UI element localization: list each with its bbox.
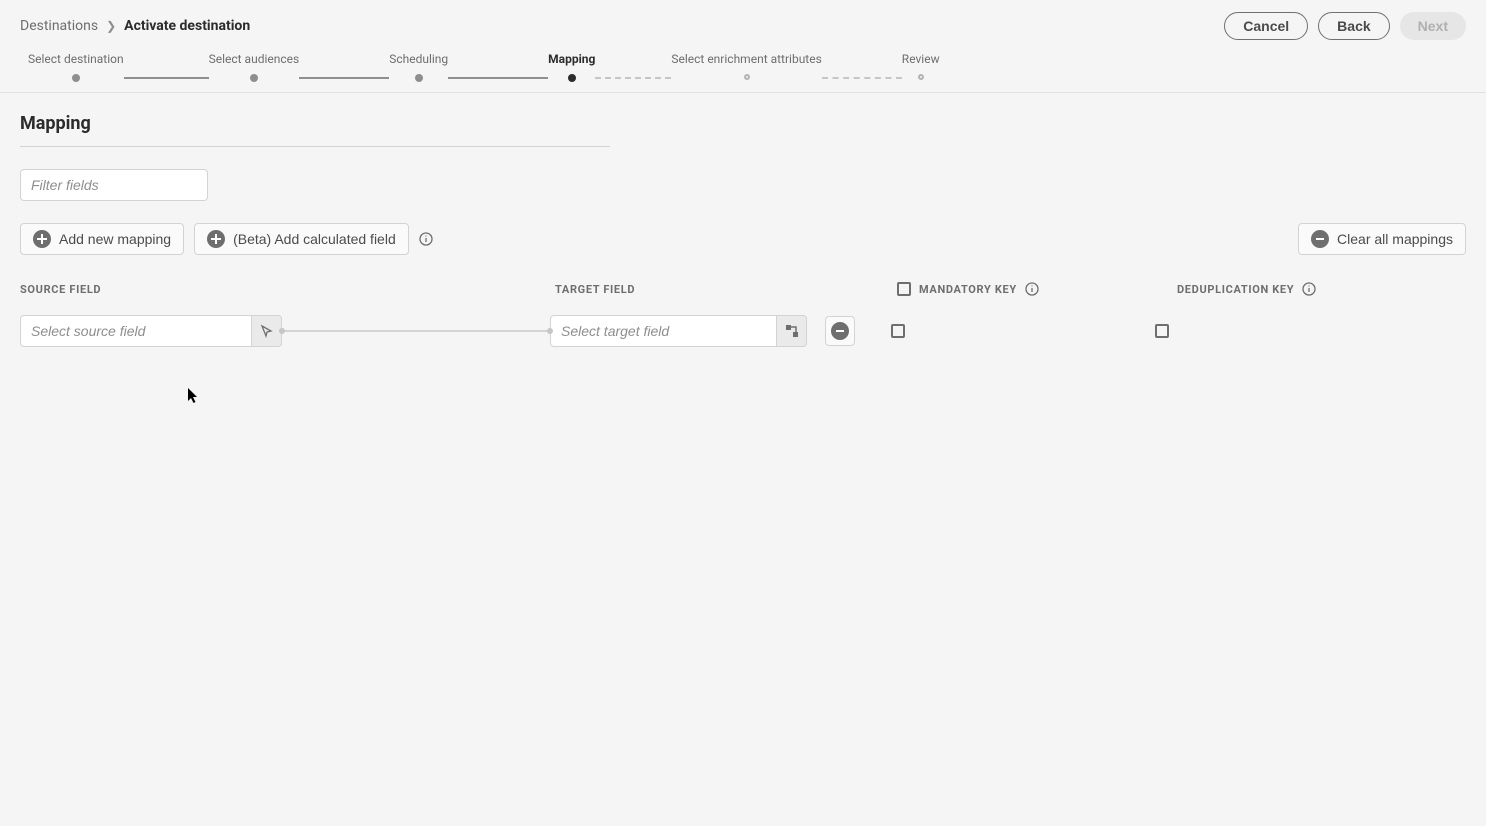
add-calculated-label: (Beta) Add calculated field	[233, 231, 396, 247]
add-mapping-button[interactable]: Add new mapping	[20, 223, 184, 255]
clear-all-button[interactable]: Clear all mappings	[1298, 223, 1466, 255]
breadcrumb-root[interactable]: Destinations	[20, 18, 98, 34]
step-line	[124, 77, 209, 79]
breadcrumb-current: Activate destination	[124, 18, 250, 34]
step-dot-icon	[568, 74, 576, 82]
next-button: Next	[1400, 12, 1466, 40]
mandatory-key-header: MANDATORY KEY	[919, 283, 1017, 296]
step-label: Select audiences	[209, 52, 300, 66]
step-dot-icon	[918, 74, 924, 80]
step-dot-icon	[744, 74, 750, 80]
step-select-destination[interactable]: Select destination	[28, 52, 124, 82]
source-field-input[interactable]	[20, 315, 252, 347]
target-field-input[interactable]	[550, 315, 777, 347]
step-label: Scheduling	[389, 52, 448, 66]
info-icon[interactable]	[1025, 282, 1039, 296]
mouse-cursor-icon	[188, 388, 200, 404]
step-line	[299, 77, 389, 79]
mandatory-checkbox[interactable]	[891, 324, 905, 338]
cursor-icon	[260, 324, 274, 338]
clear-all-label: Clear all mappings	[1337, 231, 1453, 247]
page-title: Mapping	[20, 113, 1466, 134]
stepper: Select destination Select audiences Sche…	[20, 52, 1466, 92]
step-line	[448, 77, 548, 79]
target-field-header: TARGET FIELD	[555, 283, 635, 296]
map-icon	[785, 324, 799, 338]
step-dot-icon	[415, 74, 423, 82]
step-label: Review	[902, 52, 940, 66]
info-icon[interactable]	[1302, 282, 1316, 296]
mandatory-header-checkbox[interactable]	[897, 282, 911, 296]
chevron-right-icon: ❯	[106, 19, 116, 33]
step-dot-icon	[72, 74, 80, 82]
step-review[interactable]: Review	[902, 52, 940, 80]
target-field-picker-button[interactable]	[777, 315, 807, 347]
back-button[interactable]: Back	[1318, 12, 1389, 40]
breadcrumb: Destinations ❯ Activate destination	[20, 18, 250, 34]
minus-circle-icon	[1311, 230, 1329, 248]
dedup-checkbox[interactable]	[1155, 324, 1169, 338]
dedup-key-header: DEDUPLICATION KEY	[1177, 283, 1294, 296]
plus-circle-icon	[207, 230, 225, 248]
step-line	[822, 77, 902, 79]
filter-fields-input[interactable]	[20, 169, 208, 201]
step-line	[595, 77, 671, 79]
step-enrichment[interactable]: Select enrichment attributes	[671, 52, 821, 80]
remove-mapping-button[interactable]	[825, 316, 855, 346]
plus-circle-icon	[33, 230, 51, 248]
cancel-button[interactable]: Cancel	[1224, 12, 1308, 40]
divider	[20, 146, 610, 147]
connector-line	[282, 330, 550, 332]
step-mapping[interactable]: Mapping	[548, 52, 595, 82]
step-select-audiences[interactable]: Select audiences	[209, 52, 300, 82]
source-field-header: SOURCE FIELD	[20, 283, 101, 296]
source-field-picker-button[interactable]	[252, 315, 282, 347]
info-icon[interactable]	[419, 232, 433, 246]
step-label: Mapping	[548, 52, 595, 66]
add-calculated-button[interactable]: (Beta) Add calculated field	[194, 223, 409, 255]
step-dot-icon	[250, 74, 258, 82]
minus-circle-icon	[831, 322, 849, 340]
step-label: Select enrichment attributes	[671, 52, 821, 66]
mapping-row	[20, 315, 1466, 347]
step-label: Select destination	[28, 52, 124, 66]
add-mapping-label: Add new mapping	[59, 231, 171, 247]
step-scheduling[interactable]: Scheduling	[389, 52, 448, 82]
